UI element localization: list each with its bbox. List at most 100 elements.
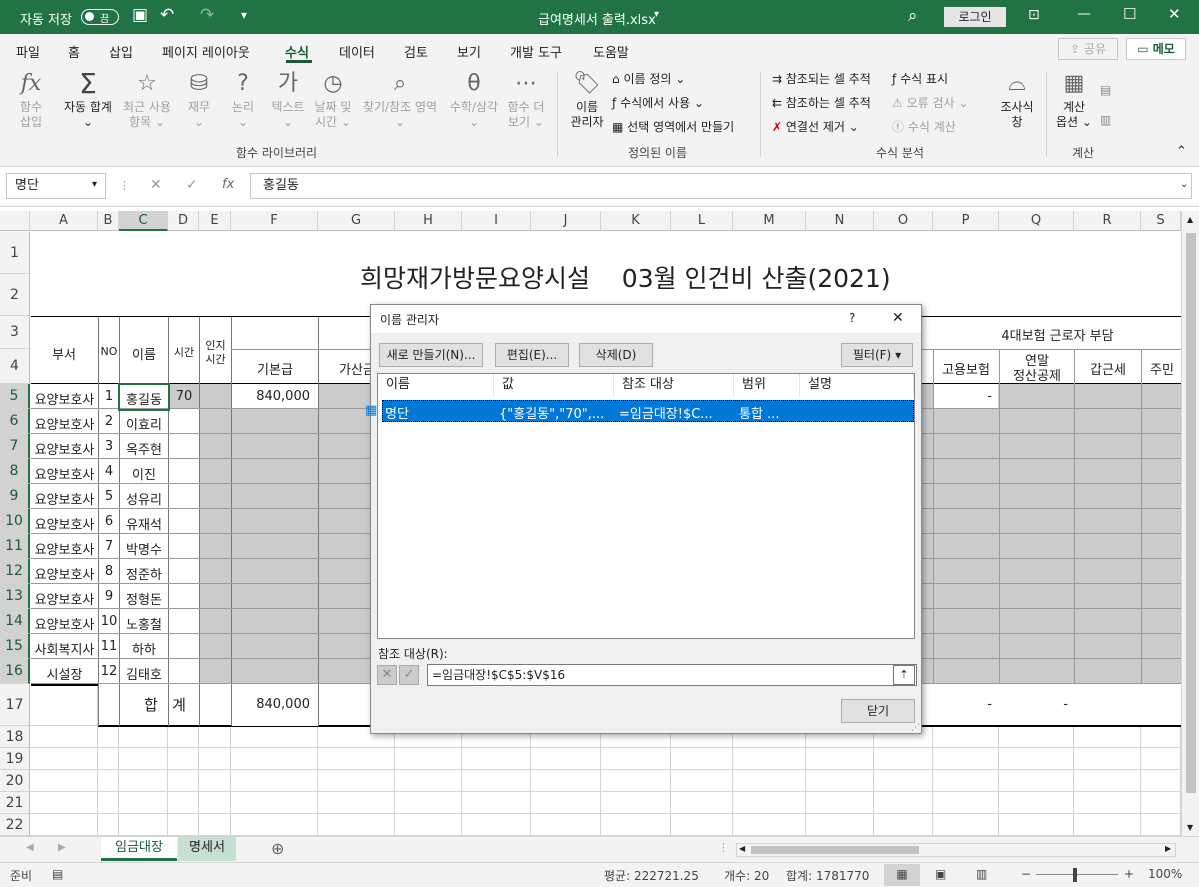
logical-button[interactable]: ? 논리 ⌄ <box>228 70 258 130</box>
row-header-1[interactable]: 1 <box>0 232 30 274</box>
column-header-G[interactable]: G <box>318 211 395 231</box>
column-header-S[interactable]: S <box>1141 211 1181 231</box>
vertical-scrollbar[interactable]: ▲ ▼ <box>1181 211 1199 836</box>
row-header-19[interactable]: 19 <box>0 748 30 770</box>
dialog-help-button[interactable]: ? <box>849 311 855 325</box>
insert-function-icon[interactable]: fx <box>222 177 234 192</box>
column-header-B[interactable]: B <box>98 211 119 231</box>
zoom-slider[interactable] <box>1036 874 1118 875</box>
define-name-button[interactable]: ⌂ 이름 정의 ⌄ <box>612 67 685 91</box>
row-header-4[interactable]: 4 <box>0 349 30 384</box>
recent-functions-button[interactable]: ☆ 최근 사용 항목 ⌄ <box>120 70 174 130</box>
dialog-close-icon[interactable]: ✕ <box>892 310 904 326</box>
column-header-O[interactable]: O <box>874 211 933 231</box>
new-name-button[interactable]: 새로 만들기(N)... <box>379 343 483 367</box>
save-icon[interactable]: ▣ <box>132 5 148 25</box>
memo-button[interactable]: ▭ 메모 <box>1126 38 1186 60</box>
scroll-right-icon[interactable]: ▶ <box>1165 844 1171 853</box>
delete-name-button[interactable]: 삭제(D) <box>579 343 653 367</box>
tab-insert[interactable]: 삽입 <box>109 42 133 61</box>
enter-icon[interactable]: ✓ <box>186 177 198 193</box>
row-header-5[interactable]: 5 <box>0 384 30 409</box>
sheet-tab[interactable]: 명세서 <box>178 837 236 861</box>
prev-sheet-icon[interactable]: ◀ <box>26 842 34 853</box>
column-header-J[interactable]: J <box>531 211 601 231</box>
trace-precedents-button[interactable]: ⇉ 참조되는 셀 추적 <box>772 67 871 91</box>
tab-file[interactable]: 파일 <box>16 42 40 61</box>
ref-confirm-icon[interactable]: ✓ <box>399 665 419 685</box>
list-item[interactable]: ▦ 명단 {"홍길동","70",... =임금대장!$C... 통합 ... <box>365 400 914 422</box>
row-header-6[interactable]: 6 <box>0 409 30 434</box>
row-header-9[interactable]: 9 <box>0 484 30 509</box>
autosum-button[interactable]: Σ 자동 합계 ⌄ <box>60 70 116 130</box>
col-header-value[interactable]: 값 <box>494 374 614 396</box>
column-header-N[interactable]: N <box>806 211 874 231</box>
row-header-11[interactable]: 11 <box>0 534 30 559</box>
expand-formula-icon[interactable]: ⌄ <box>1180 179 1188 190</box>
math-trig-button[interactable]: θ 수학/삼각 ⌄ <box>446 70 502 130</box>
trace-dependents-button[interactable]: ⇇ 참조하는 셀 추적 <box>772 91 871 115</box>
normal-view-icon[interactable]: ▦ <box>884 864 920 886</box>
column-header-C[interactable]: C <box>119 211 168 231</box>
column-header-A[interactable]: A <box>30 211 98 231</box>
error-checking-button[interactable]: ⚠ 오류 검사 ⌄ <box>892 91 968 115</box>
splitter-icon[interactable]: ⋮ <box>718 841 729 854</box>
macro-record-icon[interactable]: ▤ <box>52 867 63 881</box>
title-dropdown-icon[interactable]: ▾ <box>654 9 659 20</box>
resize-grip-icon[interactable]: ⋰ <box>911 723 920 733</box>
col-header-ref[interactable]: 참조 대상 <box>614 374 734 396</box>
column-header-M[interactable]: M <box>733 211 806 231</box>
ref-cancel-icon[interactable]: ✕ <box>377 665 397 685</box>
remove-arrows-button[interactable]: ✗ 연결선 제거 ⌄ <box>772 115 859 139</box>
name-box[interactable]: 명단 <box>6 173 106 199</box>
column-header-D[interactable]: D <box>168 211 199 231</box>
tab-developer[interactable]: 개발 도구 <box>510 42 562 61</box>
column-header-K[interactable]: K <box>601 211 671 231</box>
add-sheet-icon[interactable]: ⊕ <box>271 839 284 858</box>
redo-icon[interactable]: ↷ <box>200 5 214 25</box>
show-formulas-button[interactable]: ƒ 수식 표시 <box>892 67 948 91</box>
column-header-F[interactable]: F <box>231 211 318 231</box>
row-header-10[interactable]: 10 <box>0 509 30 534</box>
close-dialog-button[interactable]: 닫기 <box>841 699 915 723</box>
row-header-22[interactable]: 22 <box>0 814 30 836</box>
row-header-7[interactable]: 7 <box>0 434 30 459</box>
tab-home[interactable]: 홈 <box>68 42 80 61</box>
row-header-18[interactable]: 18 <box>0 726 30 748</box>
calc-now-icon[interactable]: ▤ <box>1100 78 1111 102</box>
financial-button[interactable]: ⛁ 재무 ⌄ <box>184 70 214 130</box>
row-header-21[interactable]: 21 <box>0 792 30 814</box>
row-header-16[interactable]: 16 <box>0 659 30 684</box>
cancel-icon[interactable]: ✕ <box>150 177 162 193</box>
watch-window-button[interactable]: ⌓ 조사식 창 <box>996 70 1038 130</box>
col-header-scope[interactable]: 범위 <box>734 374 800 396</box>
zoom-slider-thumb[interactable] <box>1073 868 1077 882</box>
row-header-15[interactable]: 15 <box>0 634 30 659</box>
maximize-icon[interactable]: ☐ <box>1123 5 1136 23</box>
page-break-view-icon[interactable]: ▥ <box>976 867 987 881</box>
column-header-H[interactable]: H <box>395 211 462 231</box>
col-header-desc[interactable]: 설명 <box>800 374 914 396</box>
zoom-out-icon[interactable]: − <box>1021 867 1031 881</box>
insert-function-button[interactable]: fx 함수 삽입 <box>14 70 48 130</box>
lookup-button[interactable]: ⌕ 찾기/참조 영역 ⌄ <box>358 70 442 130</box>
tab-data[interactable]: 데이터 <box>339 42 375 61</box>
filter-button[interactable]: 필터(F) ▾ <box>841 343 913 367</box>
row-header-17[interactable]: 17 <box>0 684 30 726</box>
scroll-up-icon[interactable]: ▲ <box>1187 215 1193 224</box>
column-header-I[interactable]: I <box>462 211 531 231</box>
search-icon[interactable]: ⌕ <box>908 6 918 26</box>
row-header-13[interactable]: 13 <box>0 584 30 609</box>
scroll-down-icon[interactable]: ▼ <box>1187 823 1193 832</box>
tab-formulas[interactable]: 수식 <box>285 42 309 61</box>
vertical-scroll-thumb[interactable] <box>1186 233 1196 793</box>
tab-page-layout[interactable]: 페이지 레이아웃 <box>162 42 250 61</box>
close-icon[interactable]: ✕ <box>1168 5 1181 23</box>
minimize-icon[interactable]: — <box>1077 6 1091 22</box>
row-header-3[interactable]: 3 <box>0 316 30 349</box>
row-header-20[interactable]: 20 <box>0 770 30 792</box>
horizontal-scrollbar[interactable]: ◀ ▶ <box>736 843 1176 857</box>
sheet-tab-active[interactable]: 임금대장 <box>101 837 177 861</box>
calc-sheet-icon[interactable]: ▥ <box>1100 108 1111 132</box>
horizontal-scroll-thumb[interactable] <box>751 846 919 854</box>
